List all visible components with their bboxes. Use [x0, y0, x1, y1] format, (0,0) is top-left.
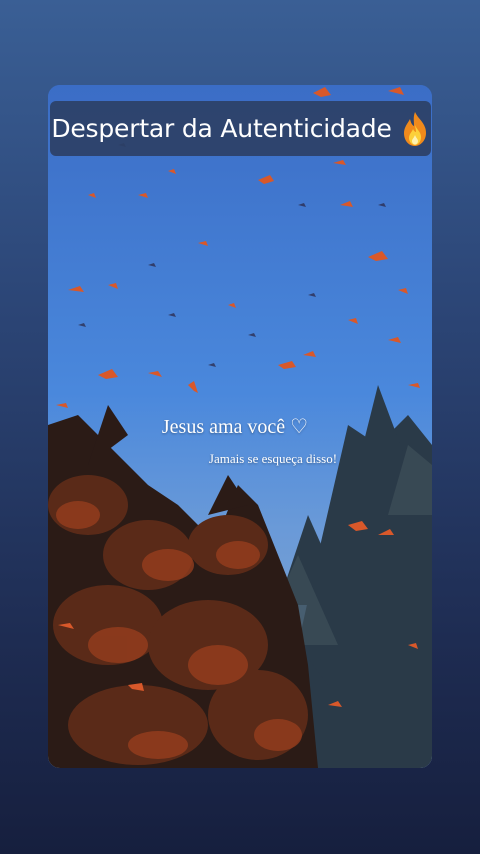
caption-main: Jesus ama você ♡	[0, 414, 480, 439]
caption-sub-text: Jamais se esqueça disso!	[208, 451, 338, 466]
fire-icon	[400, 111, 430, 147]
title-banner: Despertar da Autenticidade	[50, 101, 431, 156]
caption-sub: Jamais se esqueça disso!	[0, 451, 480, 467]
story-title: Despertar da Autenticidade	[51, 114, 392, 143]
caption-main-text: Jesus ama você ♡	[161, 416, 309, 438]
